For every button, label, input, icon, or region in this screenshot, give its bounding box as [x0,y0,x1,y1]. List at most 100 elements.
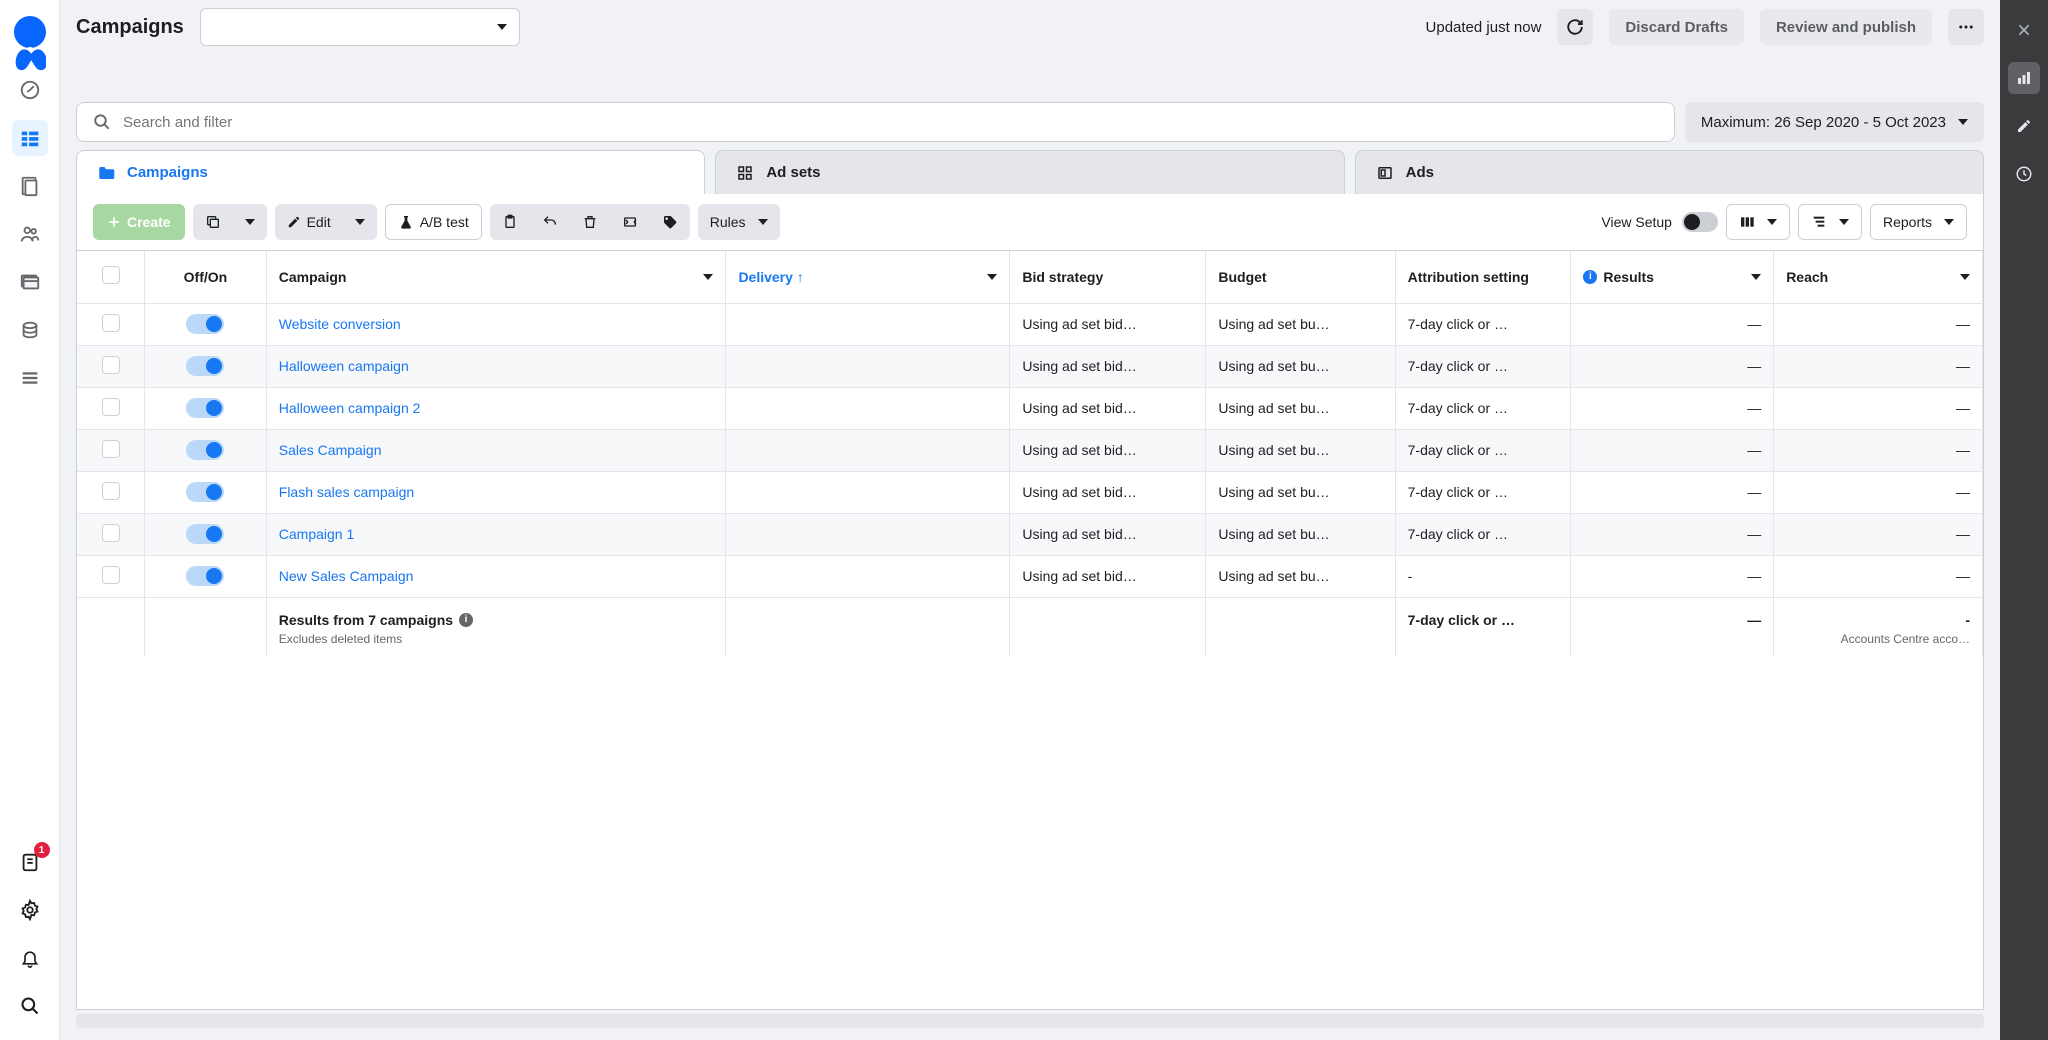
chevron-down-icon[interactable] [1960,274,1970,280]
chevron-down-icon[interactable] [987,274,997,280]
delete-button[interactable] [570,204,610,240]
col-attr[interactable]: Attribution setting [1395,251,1571,303]
review-publish-button[interactable]: Review and publish [1760,9,1932,45]
campaign-name-link[interactable]: Campaign 1 [279,526,355,542]
summary-attr: 7-day click or … [1395,597,1571,656]
chevron-down-icon[interactable] [703,274,713,280]
tab-adsets[interactable]: Ad sets [715,150,1344,194]
undo-button[interactable] [530,204,570,240]
nav-ads-reporting-icon[interactable] [12,168,48,204]
col-campaign[interactable]: Campaign [266,251,726,303]
campaign-name-link[interactable]: Flash sales campaign [279,484,414,500]
row-checkbox[interactable] [102,398,120,416]
tab-label: Ads [1406,164,1434,181]
tab-ads[interactable]: Ads [1355,150,1984,194]
more-actions-button[interactable] [1948,9,1984,45]
rules-button[interactable]: Rules [698,204,780,240]
campaign-name-link[interactable]: Halloween campaign [279,358,409,374]
search-input[interactable] [123,114,1658,131]
duplicate-button[interactable] [193,204,233,240]
info-icon: i [1583,270,1597,284]
row-toggle[interactable] [186,440,224,460]
col-bid[interactable]: Bid strategy [1010,251,1206,303]
cell-budget: Using ad set bu… [1206,303,1395,345]
campaign-name-link[interactable]: New Sales Campaign [279,568,414,584]
reports-label: Reports [1883,214,1932,230]
cell-reach: — [1774,387,1983,429]
cell-results: — [1571,387,1774,429]
horizontal-scrollbar[interactable] [76,1014,1984,1028]
account-selector[interactable] [200,8,520,46]
campaign-name-link[interactable]: Sales Campaign [279,442,382,458]
edit-button[interactable]: Edit [275,204,343,240]
col-delivery[interactable]: Delivery ↑ [726,251,1010,303]
cell-reach: — [1774,555,1983,597]
tab-campaigns[interactable]: Campaigns [76,150,705,194]
campaign-name-link[interactable]: Halloween campaign 2 [279,400,421,416]
breakdown-button[interactable] [1798,204,1862,240]
edit-dropdown[interactable] [343,204,377,240]
col-reach[interactable]: Reach [1774,251,1983,303]
row-checkbox[interactable] [102,314,120,332]
paste-button[interactable] [490,204,530,240]
export-button[interactable] [610,204,650,240]
sync-status: Updated just now [1426,19,1542,36]
cell-attr: 7-day click or … [1395,513,1571,555]
cell-budget: Using ad set bu… [1206,471,1395,513]
pencil-icon [287,215,301,229]
row-checkbox[interactable] [102,482,120,500]
row-checkbox[interactable] [102,440,120,458]
plus-icon [107,215,121,229]
nav-search-icon[interactable] [12,988,48,1024]
row-checkbox[interactable] [102,524,120,542]
nav-settings-icon[interactable] [12,892,48,928]
col-budget[interactable]: Budget [1206,251,1395,303]
row-checkbox[interactable] [102,356,120,374]
close-rail-button[interactable] [2008,14,2040,46]
meta-logo[interactable] [14,16,46,48]
columns-button[interactable] [1726,204,1790,240]
chevron-down-icon[interactable] [1751,274,1761,280]
nav-audiences-icon[interactable] [12,216,48,252]
row-toggle[interactable] [186,524,224,544]
select-all-checkbox[interactable] [102,266,120,284]
row-checkbox[interactable] [102,566,120,584]
cell-budget: Using ad set bu… [1206,555,1395,597]
cell-results: — [1571,513,1774,555]
summary-subtitle: Excludes deleted items [279,632,714,646]
discard-drafts-button[interactable]: Discard Drafts [1609,9,1744,45]
row-toggle[interactable] [186,314,224,334]
nav-payments-icon[interactable] [12,312,48,348]
nav-billing-icon[interactable] [12,264,48,300]
nav-notifications-icon[interactable] [12,940,48,976]
table-row: New Sales Campaign Using ad set bid… Usi… [77,555,1983,597]
refresh-button[interactable] [1557,9,1593,45]
col-results[interactable]: iResults [1571,251,1774,303]
rail-history-icon[interactable] [2008,158,2040,190]
rail-edit-icon[interactable] [2008,110,2040,142]
create-button[interactable]: Create [93,204,185,240]
row-toggle[interactable] [186,566,224,586]
cell-attr: 7-day click or … [1395,471,1571,513]
nav-overview-icon[interactable] [12,72,48,108]
row-toggle[interactable] [186,356,224,376]
duplicate-dropdown[interactable] [233,204,267,240]
view-setup-switch[interactable] [1682,212,1718,232]
breakdown-icon [1811,214,1827,230]
row-toggle[interactable] [186,482,224,502]
tag-button[interactable] [650,204,690,240]
ab-test-button[interactable]: A/B test [385,204,482,240]
row-toggle[interactable] [186,398,224,418]
search-icon [93,113,111,131]
nav-campaigns-icon[interactable] [12,120,48,156]
campaign-name-link[interactable]: Website conversion [279,316,401,332]
nav-all-tools-icon[interactable] [12,360,48,396]
info-icon: i [459,613,473,627]
reports-button[interactable]: Reports [1870,204,1967,240]
cell-results: — [1571,555,1774,597]
nav-activity-icon[interactable]: 1 [12,844,48,880]
rail-charts-icon[interactable] [2008,62,2040,94]
date-range-picker[interactable]: Maximum: 26 Sep 2020 - 5 Oct 2023 [1685,102,1984,142]
search-filter-box[interactable] [76,102,1675,142]
right-rail [2000,0,2048,1040]
